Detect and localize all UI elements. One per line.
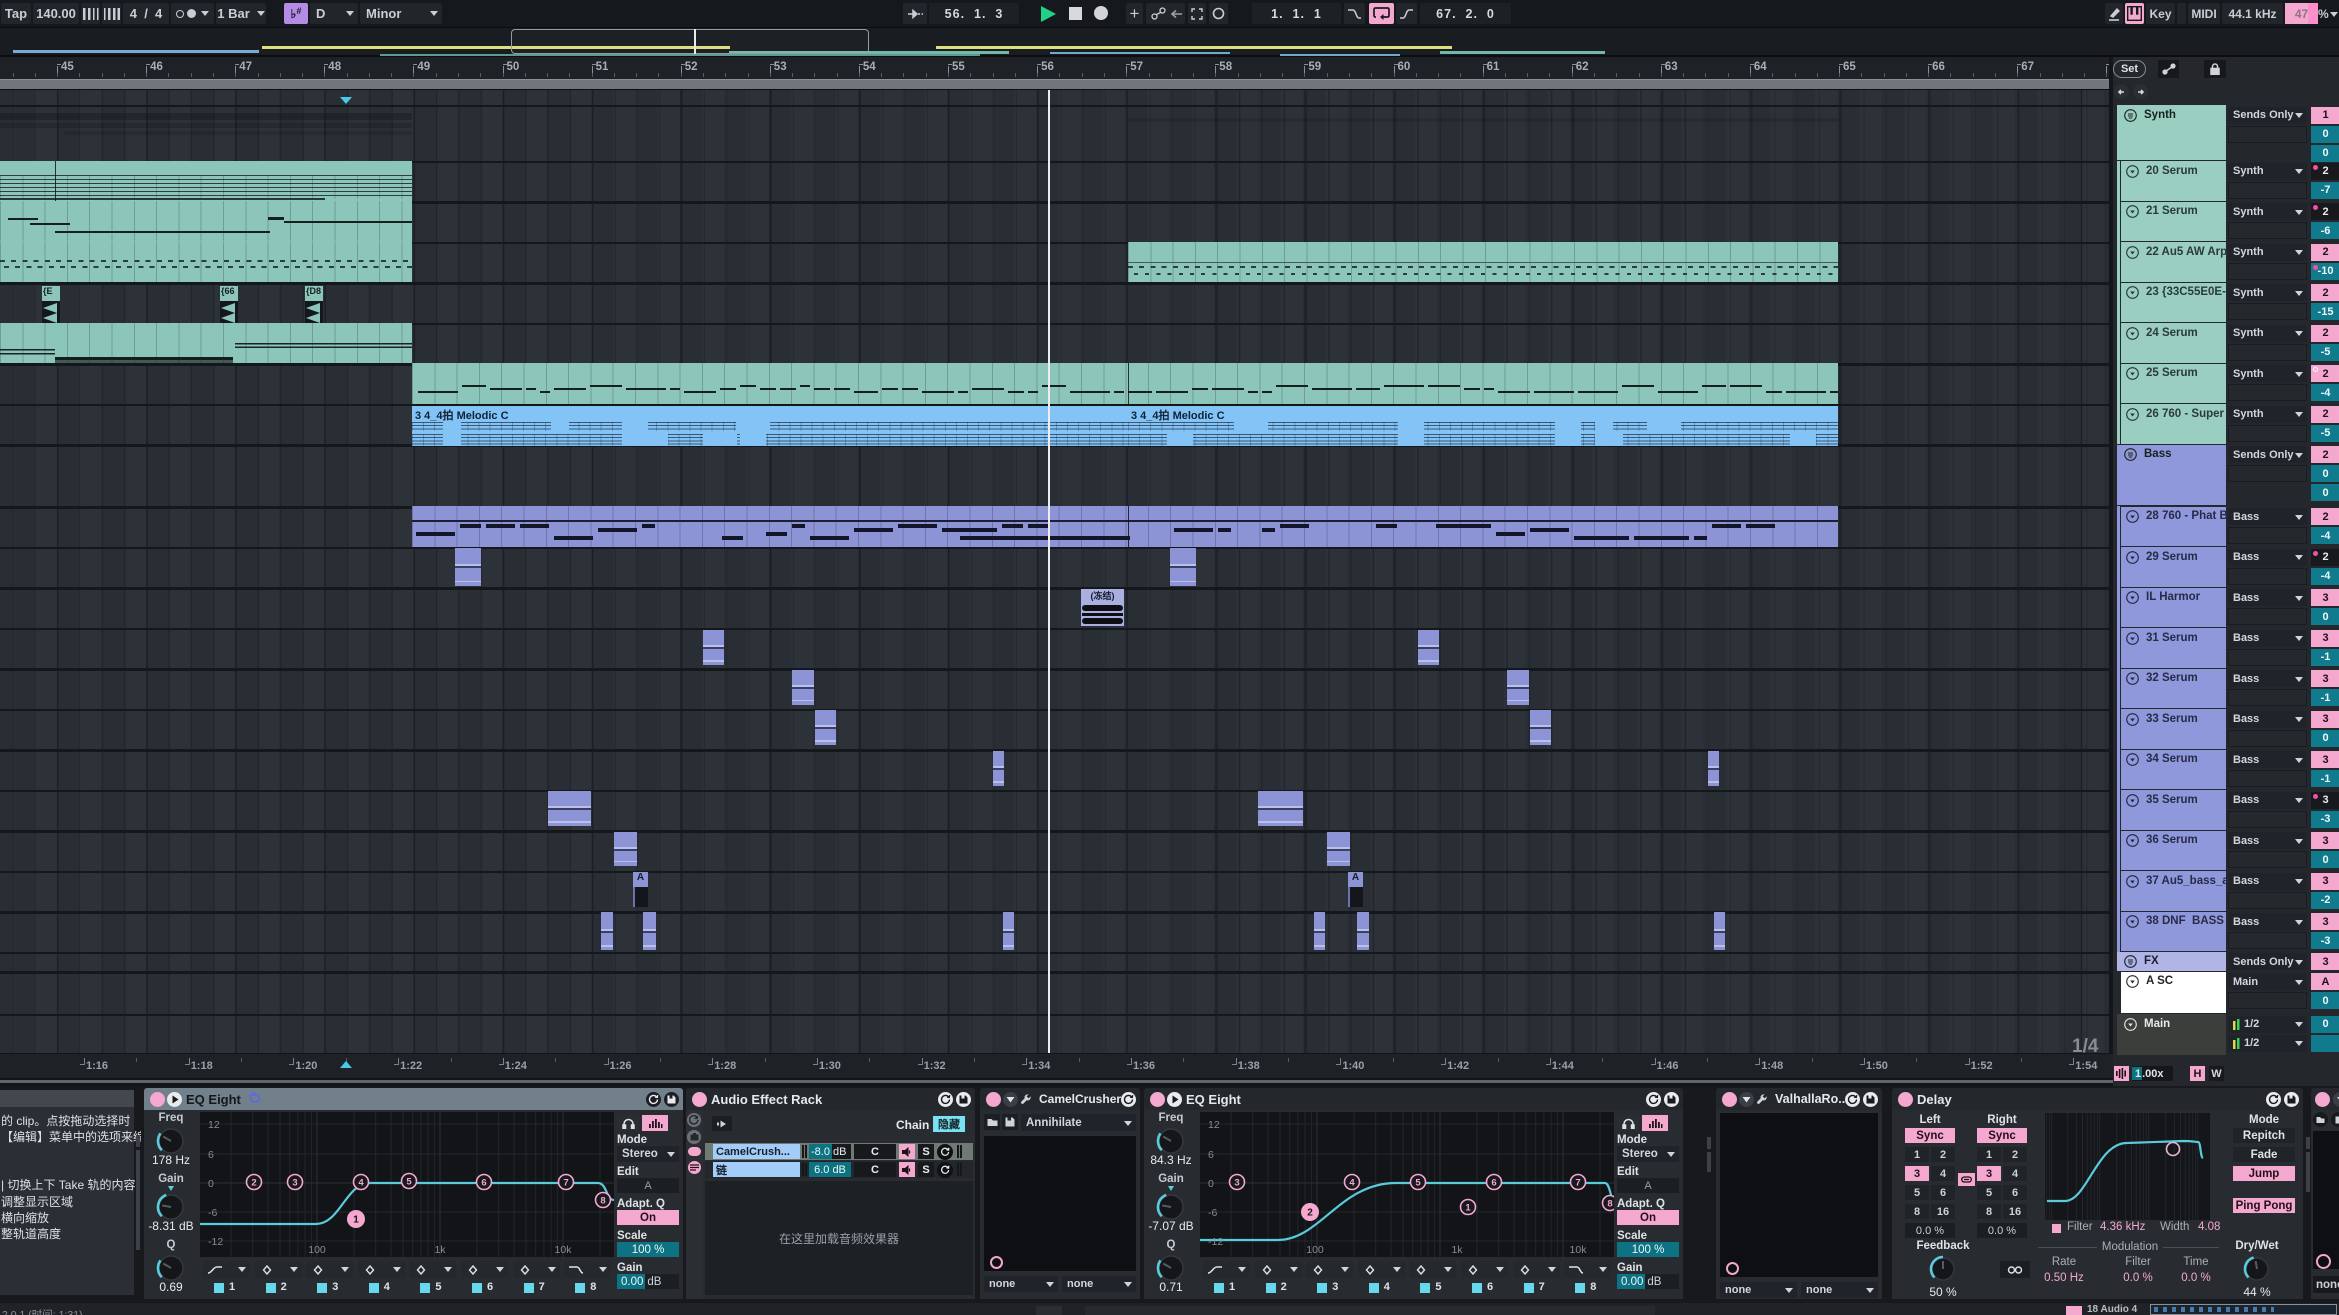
svg-text:5: 5 <box>406 1177 412 1188</box>
svg-text:-6: -6 <box>208 1207 217 1219</box>
svg-text:6: 6 <box>481 1178 486 1189</box>
svg-text:0: 0 <box>208 1178 214 1190</box>
svg-text:7: 7 <box>1575 1178 1580 1189</box>
svg-text:-12: -12 <box>1208 1236 1223 1248</box>
svg-text:6: 6 <box>208 1149 214 1161</box>
svg-text:7: 7 <box>563 1178 568 1189</box>
svg-text:2: 2 <box>1307 1208 1313 1219</box>
svg-text:8: 8 <box>1607 1199 1612 1210</box>
svg-text:4: 4 <box>1349 1178 1355 1189</box>
svg-text:10k: 10k <box>1570 1244 1588 1256</box>
svg-text:1: 1 <box>1465 1203 1471 1214</box>
svg-text:5: 5 <box>1415 1178 1421 1189</box>
svg-text:100: 100 <box>1306 1244 1324 1256</box>
svg-text:8: 8 <box>600 1196 605 1207</box>
svg-text:12: 12 <box>1208 1119 1220 1131</box>
svg-text:1: 1 <box>353 1215 359 1226</box>
svg-text:1k: 1k <box>434 1244 446 1256</box>
svg-text:12: 12 <box>208 1119 220 1131</box>
svg-text:2: 2 <box>251 1178 256 1189</box>
svg-text:-6: -6 <box>1208 1207 1217 1219</box>
svg-text:10k: 10k <box>555 1244 573 1256</box>
svg-text:3: 3 <box>292 1178 297 1189</box>
svg-text:-12: -12 <box>208 1236 223 1248</box>
svg-text:4: 4 <box>358 1178 364 1189</box>
svg-text:0: 0 <box>1208 1178 1214 1190</box>
svg-text:100: 100 <box>308 1244 326 1256</box>
svg-text:6: 6 <box>1491 1178 1496 1189</box>
svg-text:3: 3 <box>1234 1178 1239 1189</box>
svg-text:6: 6 <box>1208 1149 1214 1161</box>
svg-text:1k: 1k <box>1451 1244 1463 1256</box>
